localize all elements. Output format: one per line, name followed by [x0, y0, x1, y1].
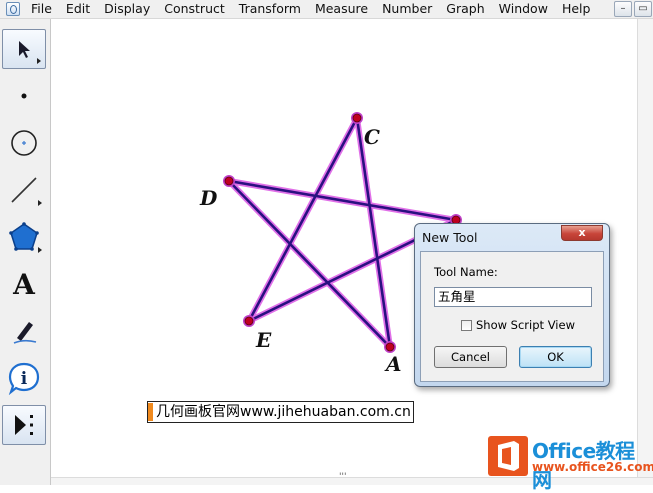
show-script-view-row[interactable]: Show Script View — [461, 318, 575, 332]
label-c[interactable]: C — [364, 125, 380, 149]
custom-tools[interactable] — [2, 405, 46, 445]
menu-graph[interactable]: Graph — [439, 0, 491, 18]
arrow-icon — [19, 41, 30, 58]
point-a[interactable] — [385, 342, 395, 352]
tool-name-label: Tool Name: — [434, 265, 498, 279]
vertical-scrollbar[interactable] — [637, 19, 653, 477]
information-tool[interactable]: i — [2, 358, 46, 398]
caption-text-box[interactable]: 几何画板官网www.jihehuaban.com.cn — [147, 401, 414, 423]
menu-edit[interactable]: Edit — [59, 0, 97, 18]
point-tool[interactable] — [2, 76, 46, 116]
menu-construct[interactable]: Construct — [157, 0, 232, 18]
dialog-title: New Tool — [422, 230, 478, 245]
label-a[interactable]: A — [386, 352, 402, 376]
segment-icon — [11, 177, 37, 203]
more-tools-indicator-icon — [38, 200, 42, 206]
dialog-body: Tool Name: 五角星 Show Script View Cancel O… — [420, 251, 604, 382]
info-icon: i — [8, 362, 40, 395]
selection-arrow-tool[interactable] — [2, 29, 46, 69]
menu-window[interactable]: Window — [492, 0, 555, 18]
menu-bar: File Edit Display Construct Transform Me… — [0, 0, 653, 19]
pentagon-icon — [9, 222, 39, 251]
straightedge-tool[interactable] — [2, 170, 46, 210]
close-icon[interactable]: x — [561, 225, 603, 241]
pen-icon — [13, 322, 37, 344]
more-tools-indicator-icon — [38, 247, 42, 253]
compass-tool[interactable] — [2, 123, 46, 163]
caption-accent-bar — [148, 403, 153, 421]
show-script-view-label[interactable]: Show Script View — [476, 318, 575, 332]
marker-tool[interactable] — [2, 311, 46, 351]
show-script-view-checkbox[interactable] — [461, 319, 472, 331]
app-icon[interactable] — [6, 2, 20, 16]
window-controls: – ▭ — [613, 0, 653, 18]
menu-number[interactable]: Number — [375, 0, 439, 18]
custom-tools-icon — [15, 415, 33, 435]
point-e[interactable] — [244, 316, 254, 326]
circle-icon — [11, 130, 37, 156]
menu-help[interactable]: Help — [555, 0, 598, 18]
menu-transform[interactable]: Transform — [232, 0, 308, 18]
scroll-thumb-grip[interactable]: ''' — [339, 472, 346, 482]
caption-text: 几何画板官网www.jihehuaban.com.cn — [156, 404, 411, 420]
point-d[interactable] — [224, 176, 234, 186]
menu-display[interactable]: Display — [97, 0, 157, 18]
restore-button[interactable]: ▭ — [634, 1, 652, 17]
cancel-button[interactable]: Cancel — [434, 346, 507, 368]
menu-file[interactable]: File — [24, 0, 59, 18]
text-tool[interactable]: A — [2, 264, 46, 304]
office-watermark: Office教程网 www.office26.com — [488, 433, 653, 492]
segment-ca[interactable] — [355, 116, 392, 349]
polygon-tool[interactable] — [2, 217, 46, 257]
more-tools-indicator-icon — [37, 58, 41, 64]
point-icon — [21, 93, 27, 99]
ok-button[interactable]: OK — [519, 346, 592, 368]
label-d[interactable]: D — [200, 186, 217, 210]
toolbox: A i — [0, 19, 51, 485]
point-c[interactable] — [352, 113, 362, 123]
new-tool-dialog: New Tool x Tool Name: 五角星 Show Script Vi… — [414, 223, 610, 387]
label-e[interactable]: E — [256, 328, 271, 352]
menu-measure[interactable]: Measure — [308, 0, 375, 18]
minimize-button[interactable]: – — [614, 1, 632, 17]
text-a-icon: A — [13, 267, 35, 301]
tool-name-input[interactable]: 五角星 — [434, 287, 592, 307]
watermark-url: www.office26.com — [532, 460, 653, 474]
office-logo-icon — [488, 436, 528, 476]
info-glyph: i — [21, 369, 28, 389]
